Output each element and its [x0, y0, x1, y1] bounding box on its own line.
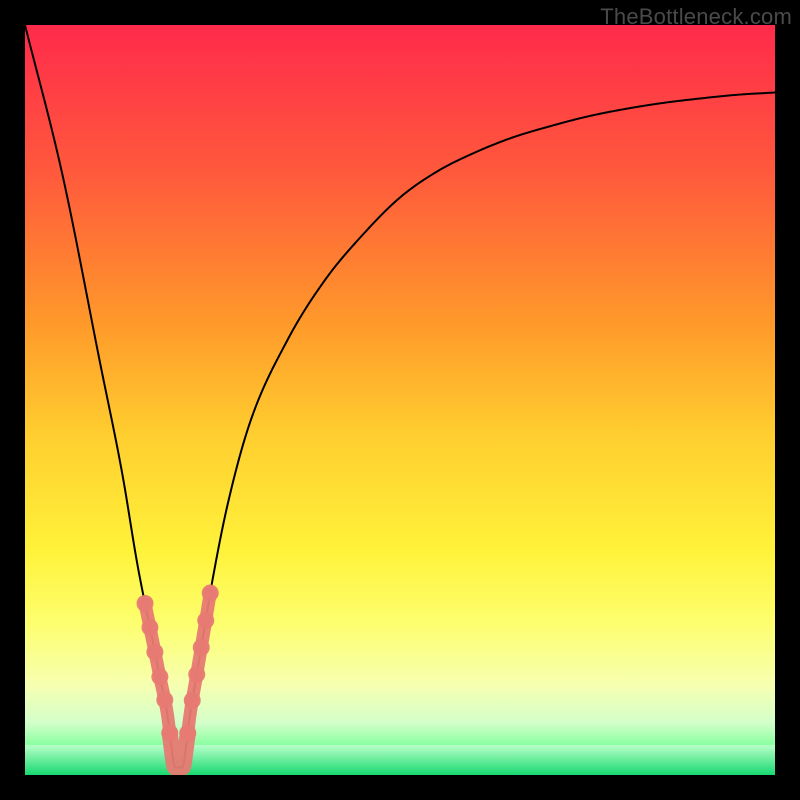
highlight-bead — [156, 691, 173, 708]
chart-frame: TheBottleneck.com — [0, 0, 800, 800]
highlight-bead — [137, 595, 154, 612]
highlight-bead — [141, 619, 158, 636]
bottleneck-curve — [25, 25, 775, 768]
highlight-bead — [179, 725, 196, 742]
highlight-bead — [151, 668, 168, 685]
plot-area — [25, 25, 775, 775]
highlight-bead — [202, 584, 219, 601]
highlight-bead — [188, 666, 205, 683]
highlight-bead — [193, 639, 210, 656]
watermark-text: TheBottleneck.com — [600, 4, 792, 30]
highlight-bead — [197, 612, 214, 629]
highlight-bead — [184, 692, 201, 709]
curve-layer — [25, 25, 775, 775]
highlight-bead — [146, 644, 163, 661]
